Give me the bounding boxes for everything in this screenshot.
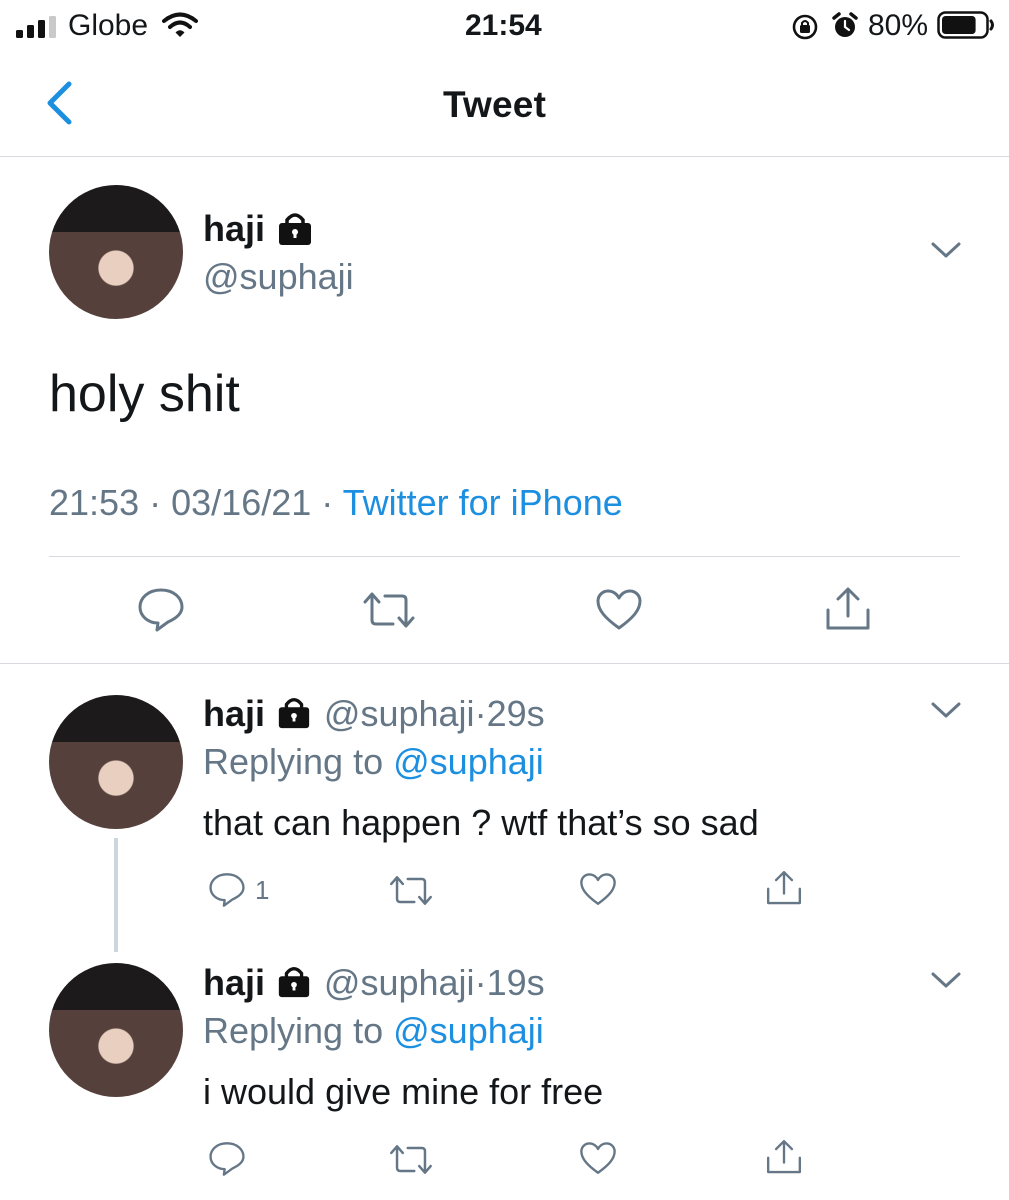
thread-line — [114, 838, 118, 952]
chevron-down-icon[interactable] — [930, 240, 962, 260]
tweet-text: i would give mine for free — [203, 1071, 604, 1112]
tweet-text: that can happen ? wtf that’s so sad — [203, 802, 759, 843]
tweet-meta: 21:53 · 03/16/21 · Twitter for iPhone — [49, 485, 623, 521]
reply-icon[interactable] — [207, 1141, 247, 1177]
replying-to-handle[interactable]: @suphaji — [393, 741, 544, 782]
meta-divider — [49, 556, 960, 557]
like-icon[interactable] — [579, 872, 617, 907]
actions-divider — [0, 663, 1009, 664]
replying-to: Replying to @suphaji — [203, 744, 544, 780]
reply-icon[interactable] — [207, 872, 247, 908]
reply-header: haji @suphaji·29s — [203, 694, 545, 732]
avatar[interactable] — [49, 185, 183, 319]
tweet-time: 21:53 — [49, 482, 140, 523]
author-name[interactable]: haji — [203, 211, 265, 247]
meta-separator: · — [474, 693, 487, 734]
battery-icon — [937, 11, 994, 39]
replying-to-label: Replying to — [203, 741, 384, 782]
reply-count: 1 — [255, 875, 270, 905]
avatar[interactable] — [49, 695, 183, 829]
back-chevron-icon[interactable] — [44, 80, 74, 126]
retweet-icon[interactable] — [388, 874, 434, 907]
lock-icon — [279, 967, 310, 998]
battery-percentage: 80% — [868, 9, 929, 42]
author-name[interactable]: haji — [203, 962, 265, 1003]
header-divider — [0, 156, 1009, 157]
like-icon[interactable] — [579, 1141, 617, 1176]
meta-separator: · — [474, 962, 487, 1003]
meta-separator: · — [321, 482, 334, 523]
chevron-down-icon[interactable] — [930, 700, 962, 720]
share-icon[interactable] — [765, 1138, 803, 1176]
replying-to: Replying to @suphaji — [203, 1013, 544, 1049]
replying-to-label: Replying to — [203, 1010, 384, 1051]
orientation-lock-icon — [792, 14, 818, 40]
avatar[interactable] — [49, 963, 183, 1097]
tweet-age: 19s — [486, 962, 545, 1003]
chevron-down-icon[interactable] — [930, 970, 962, 990]
reply-header: haji @suphaji·19s — [203, 963, 545, 1001]
meta-separator: · — [149, 482, 162, 523]
author-name[interactable]: haji — [203, 693, 265, 734]
share-icon[interactable] — [765, 869, 803, 907]
tweet-date: 03/16/21 — [171, 482, 312, 523]
status-bar: Globe 21:54 80% — [0, 0, 1009, 52]
author-handle[interactable]: @suphaji — [324, 693, 475, 734]
author-handle[interactable]: @suphaji — [203, 259, 354, 295]
replying-to-handle[interactable]: @suphaji — [393, 1010, 544, 1051]
tweet-source[interactable]: Twitter for iPhone — [343, 482, 623, 523]
lock-icon — [279, 213, 311, 245]
wifi-icon — [162, 12, 198, 37]
clock: 21:54 — [465, 9, 542, 42]
tweet-text: holy shit — [49, 365, 240, 423]
page-title: Tweet — [443, 84, 547, 125]
share-icon[interactable] — [824, 586, 872, 632]
tweet-age: 29s — [486, 693, 545, 734]
signal-icon — [16, 16, 56, 38]
retweet-icon[interactable] — [388, 1143, 434, 1176]
carrier-name: Globe — [68, 9, 149, 42]
author-handle[interactable]: @suphaji — [324, 962, 475, 1003]
like-icon[interactable] — [595, 588, 643, 632]
retweet-icon[interactable] — [361, 590, 417, 630]
alarm-icon — [832, 12, 858, 37]
reply-icon[interactable] — [136, 587, 186, 633]
lock-icon — [279, 698, 310, 729]
